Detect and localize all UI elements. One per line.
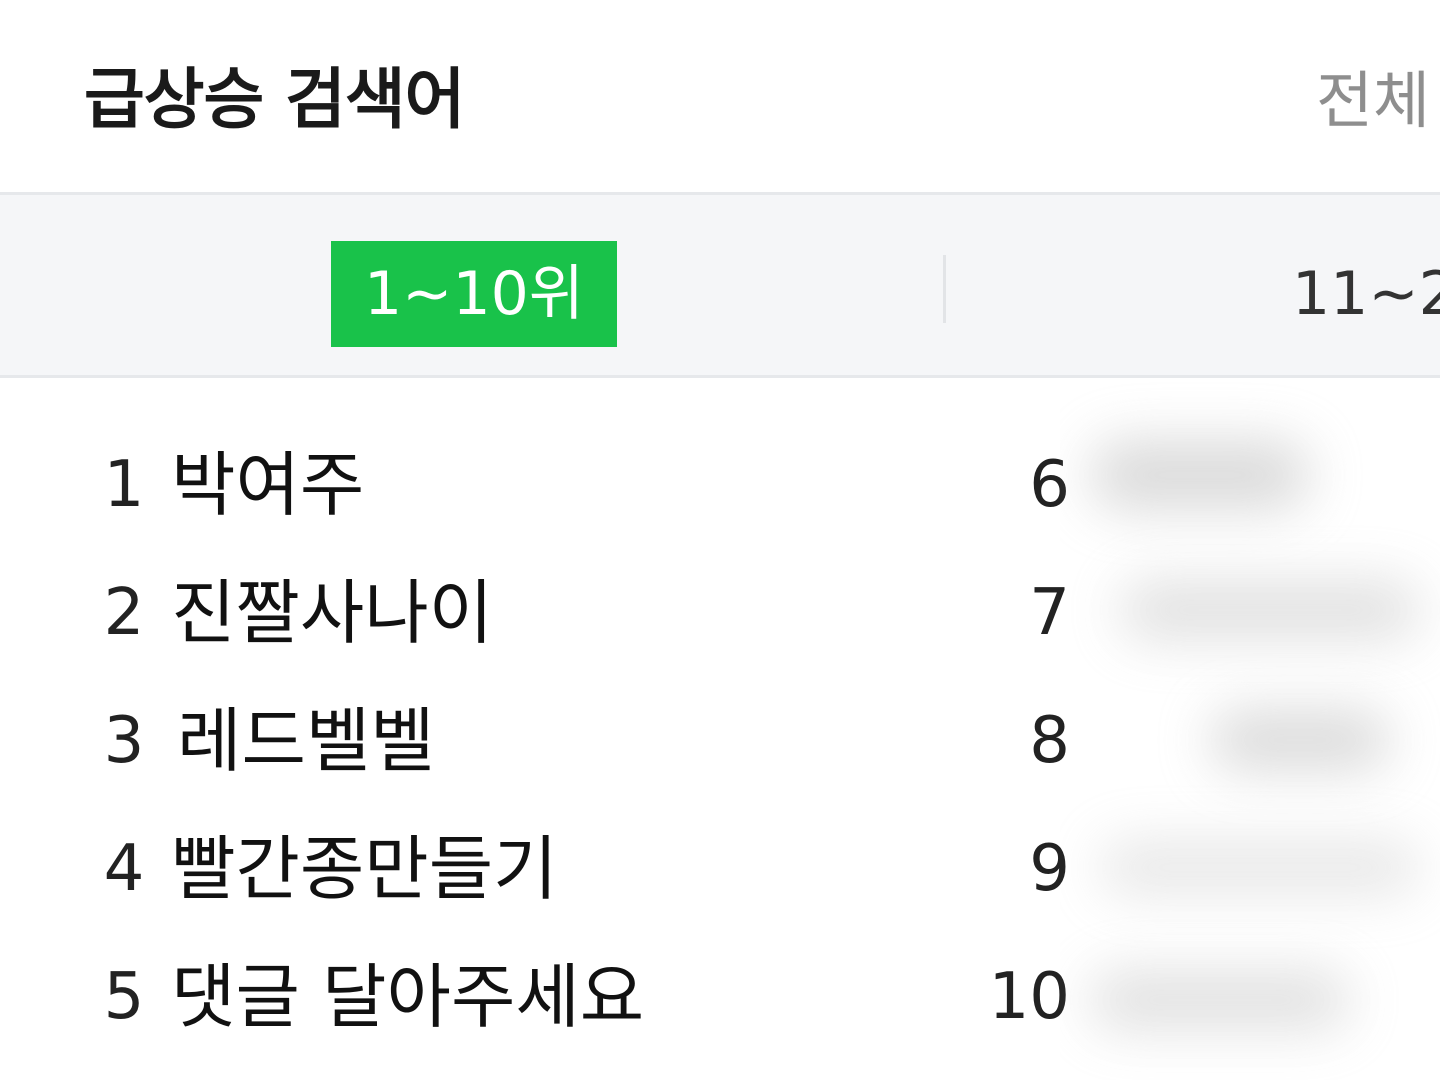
rank-range-tabs: 1~10위 11~2 [0,192,1440,378]
keyword-row-1[interactable]: 1 박여주 [84,430,365,540]
trending-keywords-panel: 급상승 검색어 전체 1~10위 11~2 1 박여주 2 진짤사나이 3 레드… [0,0,1440,1080]
blurred-keyword [1090,970,1350,1030]
blurred-keyword [1100,840,1420,895]
rank-number: 9 [1029,832,1070,906]
blurred-keyword [1090,440,1310,510]
blurred-keyword [1120,580,1420,640]
filter-all-link[interactable]: 전체 [1316,50,1430,140]
keyword-text: 댓글 달아주세요 [171,956,645,1038]
rank-number: 8 [1029,704,1070,778]
rank-number: 2 [103,576,145,650]
rank-number: 1 [103,448,145,522]
keyword-text: 박여주 [171,444,365,526]
keyword-row-8[interactable]: 8 [980,686,1070,796]
keyword-row-2[interactable]: 2 진짤사나이 [84,558,493,668]
rank-number: 4 [103,832,145,906]
keyword-text: 진짤사나이 [171,572,494,654]
tab-rank-1-10[interactable]: 1~10위 [331,241,617,347]
rank-number: 3 [103,704,145,778]
rank-number: 10 [988,960,1070,1034]
keyword-text: 빨간종만들기 [171,828,558,910]
keyword-row-4[interactable]: 4 빨간종만들기 [84,814,558,924]
keyword-row-9[interactable]: 9 [980,814,1070,924]
rank-number: 5 [103,960,145,1034]
keyword-row-10[interactable]: 10 [980,942,1070,1052]
keyword-row-7[interactable]: 7 [980,558,1070,668]
rank-number: 7 [1029,576,1070,650]
tab-rank-11-20[interactable]: 11~2 [1292,241,1440,347]
panel-title: 급상승 검색어 [84,61,465,138]
tab-divider [943,255,946,323]
keyword-text: 레드벨벨 [177,700,435,782]
keyword-row-3[interactable]: 3 레드벨벨 [84,686,435,796]
panel-header: 급상승 검색어 전체 [0,0,1440,192]
blurred-keywords-overlay [1060,380,1440,1080]
keyword-row-5[interactable]: 5 댓글 달아주세요 [84,942,645,1052]
keyword-row-6[interactable]: 6 [980,430,1070,540]
rank-number: 6 [1029,448,1070,522]
blurred-keyword [1210,710,1390,770]
